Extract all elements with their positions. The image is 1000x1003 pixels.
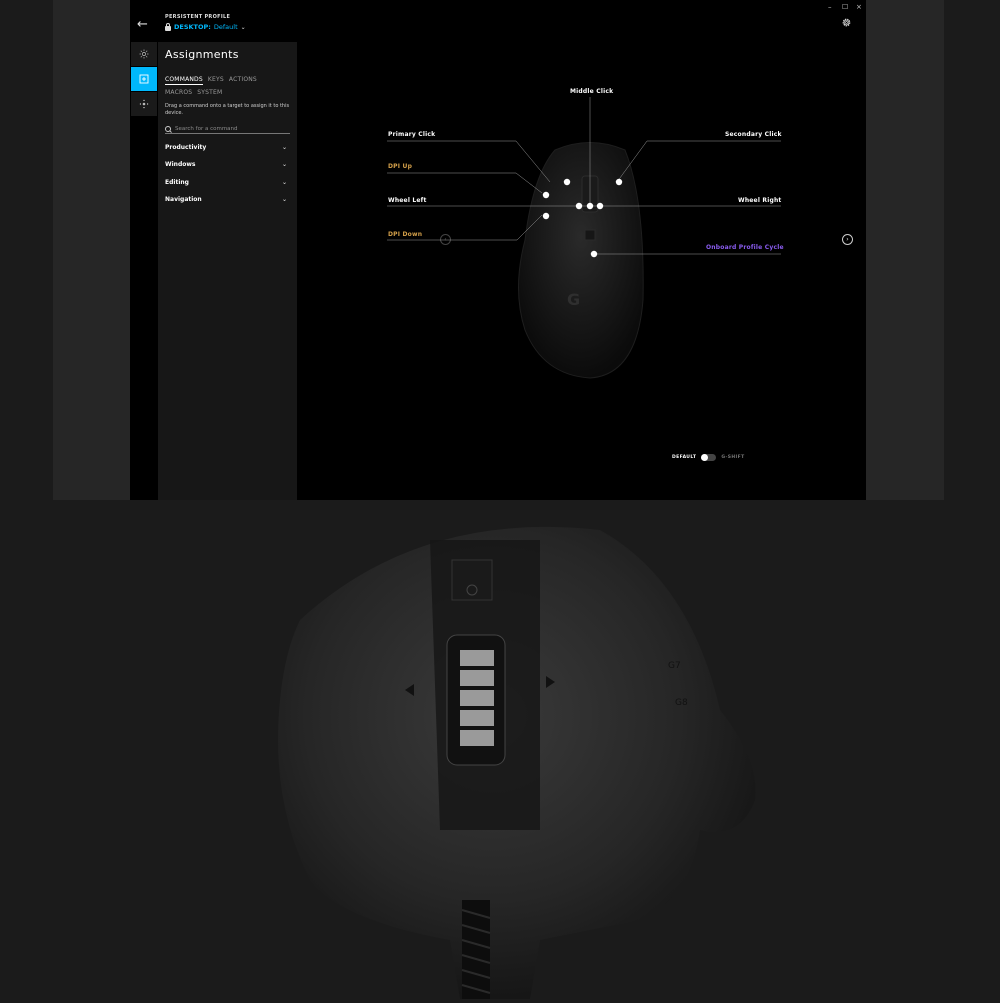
svg-text:G8: G8	[675, 698, 688, 708]
gshift-switch[interactable]	[701, 454, 717, 461]
rail-item-lighting[interactable]	[131, 42, 157, 66]
category-navigation[interactable]: Navigation ⌄	[165, 196, 287, 203]
dpi-sensitivity-icon	[139, 99, 149, 109]
rail-item-assignments[interactable]	[131, 67, 157, 91]
drag-hint: Drag a command onto a target to assign i…	[165, 103, 290, 116]
chevron-down-icon: ⌄	[240, 23, 246, 31]
svg-text:G: G	[567, 290, 580, 309]
profile-value: Default	[213, 23, 238, 31]
profile-dropdown[interactable]: DESKTOP: Default ⌄	[165, 22, 246, 31]
category-label: Productivity	[165, 144, 207, 151]
callout-wheel-right[interactable]: Wheel Right	[738, 197, 782, 204]
callout-wheel-left[interactable]: Wheel Left	[388, 197, 427, 204]
tab-macros[interactable]: MACROS	[165, 86, 192, 99]
lighting-icon	[139, 49, 149, 59]
mode-default-label: DEFAULT	[672, 455, 697, 460]
tab-system[interactable]: SYSTEM	[197, 86, 222, 99]
chevron-down-icon: ⌄	[281, 161, 287, 168]
profile-selector: PERSISTENT PROFILE DESKTOP: Default ⌄	[165, 14, 246, 31]
svg-text:G7: G7	[668, 661, 681, 671]
panel-title: Assignments	[165, 48, 239, 61]
ghub-window: ← PERSISTENT PROFILE DESKTOP: Default ⌄ …	[130, 0, 866, 500]
tab-keys[interactable]: KEYS	[208, 73, 224, 86]
assignments-panel: Assignments COMMANDS KEYS ACTIONS MACROS SY…	[158, 42, 297, 500]
back-arrow-icon[interactable]: ←	[137, 18, 148, 31]
gshift-toggle-group: DEFAULT G-SHIFT	[672, 454, 745, 461]
chevron-down-icon: ⌄	[281, 144, 287, 151]
tab-actions[interactable]: ACTIONS	[229, 73, 257, 86]
category-windows[interactable]: Windows ⌄	[165, 161, 287, 168]
chevron-down-icon: ⌄	[281, 179, 287, 186]
mouse-product-photo: G7 G8	[0, 500, 1000, 999]
search-input[interactable]	[175, 125, 285, 132]
command-search	[165, 124, 290, 134]
category-editing[interactable]: Editing ⌄	[165, 179, 287, 186]
chevron-down-icon: ⌄	[281, 196, 287, 203]
rail-item-sensitivity[interactable]	[131, 92, 157, 116]
category-productivity[interactable]: Productivity ⌄	[165, 144, 287, 151]
assignment-tabs: COMMANDS KEYS ACTIONS MACROS SYSTEM	[165, 73, 293, 99]
category-label: Editing	[165, 179, 189, 186]
left-rail	[130, 42, 157, 500]
search-icon	[165, 125, 171, 132]
tab-commands[interactable]: COMMANDS	[165, 75, 203, 85]
assignments-icon	[139, 74, 149, 84]
category-label: Navigation	[165, 196, 202, 203]
lock-icon	[165, 22, 171, 31]
callout-dpi-up[interactable]: DPI Up	[388, 163, 412, 170]
mode-gshift-label: G-SHIFT	[721, 455, 745, 460]
callout-onboard-profile-cycle[interactable]: Onboard Profile Cycle	[706, 244, 784, 251]
profile-label: PERSISTENT PROFILE	[165, 14, 231, 20]
category-label: Windows	[165, 161, 196, 168]
callout-secondary-click[interactable]: Secondary Click	[725, 131, 782, 138]
profile-prefix: DESKTOP:	[174, 23, 211, 31]
device-stage: ‹ › G Middle Click Primary Click Seconda…	[297, 0, 866, 500]
callout-primary-click[interactable]: Primary Click	[388, 131, 435, 138]
callout-middle-click[interactable]: Middle Click	[570, 88, 613, 95]
callout-dpi-down[interactable]: DPI Down	[388, 231, 422, 238]
